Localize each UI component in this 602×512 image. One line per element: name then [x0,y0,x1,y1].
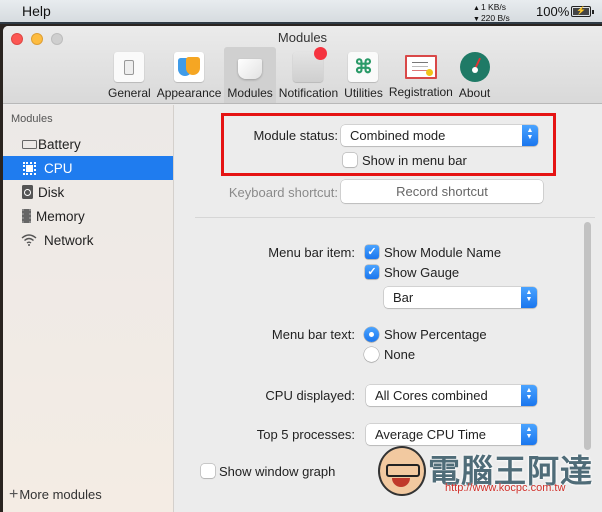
tab-about[interactable]: About [456,47,493,103]
wifi-icon [20,233,38,247]
gauge-type-select[interactable]: Bar ▲ ▼ [384,287,537,308]
tab-notification[interactable]: Notification [276,47,341,103]
popup-stepper-icon: ▲ ▼ [521,385,537,406]
cpu-displayed-select[interactable]: All Cores combined ▲ ▼ [366,385,537,406]
sidebar-item-memory[interactable]: Memory [3,204,173,228]
show-in-menu-bar-label: Show in menu bar [362,153,467,168]
show-percentage-label: Show Percentage [384,327,487,342]
system-menu-bar: Help ▲1 KB/s ▼220 B/s 100% ⚡ [0,0,602,24]
module-status-label: Module status: [253,128,338,143]
plus-icon: + [9,486,19,503]
preferences-window: Modules General Appearance Modules Notif… [3,26,602,512]
tab-label: Registration [388,85,453,99]
gauge-icon [459,52,490,82]
license-certificate-icon [404,55,437,79]
download-speed: 220 B/s [480,12,510,23]
title-bar: Modules General Appearance Modules Notif… [3,26,602,104]
section-divider [195,217,595,218]
preferences-toolbar: General Appearance Modules Notification … [105,47,493,103]
memory-chip-icon [22,209,31,223]
tab-general[interactable]: General [105,47,154,103]
sidebar-item-label: Battery [38,136,81,152]
sidebar-item-cpu[interactable]: CPU [3,156,173,180]
tab-registration[interactable]: Registration [386,47,456,103]
download-arrow-icon: ▼ [473,15,480,23]
watermark: 電腦王阿達 http://www.kocpc.com.tw [378,446,600,502]
sidebar-item-disk[interactable]: Disk [3,180,173,204]
cpu-displayed-value: All Cores combined [375,388,488,403]
show-module-name-label: Show Module Name [384,245,502,260]
notification-badge-icon [293,47,328,82]
vertical-scrollbar[interactable] [584,222,591,450]
upload-arrow-icon: ▲ [473,5,480,12]
modules-sidebar: Modules Battery CPU Disk Memory Network … [3,105,174,512]
tab-label: Appearance [156,86,222,100]
show-module-name-checkbox[interactable]: ✓ [365,245,379,259]
tab-modules[interactable]: Modules [224,47,276,103]
tab-label: Utilities [344,86,383,100]
top-processes-select[interactable]: Average CPU Time ▲ ▼ [366,424,537,445]
tab-label: Notification [278,86,339,100]
show-gauge-label: Show Gauge [384,265,460,280]
window-title: Modules [277,30,328,45]
watermark-url: http://www.kocpc.com.tw [445,482,566,494]
sidebar-item-label: Memory [36,208,85,224]
tab-label: About [458,86,491,100]
top-processes-value: Average CPU Time [375,427,487,442]
tab-appearance[interactable]: Appearance [154,47,225,103]
module-status-select[interactable]: Combined mode ▲ ▼ [341,125,538,146]
sidebar-header: Modules [11,113,53,125]
battery-percent[interactable]: 100% [536,4,569,19]
menu-bar-text-label: Menu bar text: [271,327,355,342]
sidebar-item-label: Network [44,232,94,248]
battery-icon [22,139,37,149]
command-key-icon: ⌘ [348,52,379,82]
popup-stepper-icon: ▲ ▼ [522,125,538,146]
sidebar-item-network[interactable]: Network [3,228,173,252]
top-processes-label: Top 5 processes: [256,427,355,442]
sidebar-item-label: Disk [38,184,65,200]
none-radio[interactable] [364,347,379,362]
show-window-graph-checkbox[interactable] [201,464,215,478]
cpu-displayed-label: CPU displayed: [265,388,355,403]
tab-label: Modules [227,86,273,100]
upload-speed: 1 KB/s [480,2,506,12]
network-speed-indicator[interactable]: ▲1 KB/s ▼220 B/s [473,3,510,24]
menu-bar-item-label: Menu bar item: [268,245,355,260]
tab-label: General [108,86,151,100]
cpu-chip-icon [20,161,38,175]
toggle-switch-icon [114,52,145,82]
tab-utilities[interactable]: ⌘ Utilities [341,47,386,103]
battery-charging-icon[interactable]: ⚡ [571,6,594,17]
more-modules-label: More modules [19,487,102,502]
show-gauge-checkbox[interactable]: ✓ [365,265,379,279]
show-percentage-radio[interactable] [364,327,379,342]
menu-help[interactable]: Help [22,3,51,19]
disk-drive-icon [22,185,33,199]
module-status-value: Combined mode [350,128,446,143]
keyboard-shortcut-label: Keyboard shortcut: [228,185,338,200]
popup-stepper-icon: ▲ ▼ [521,424,537,445]
record-shortcut-button[interactable]: Record shortcut [341,180,543,203]
more-modules-button[interactable]: +More modules [9,486,102,504]
theater-masks-icon [174,52,205,82]
show-window-graph-label: Show window graph [219,464,336,479]
sidebar-item-battery[interactable]: Battery [3,132,173,156]
mascot-face-icon [378,446,426,496]
gauge-type-value: Bar [393,290,414,305]
module-box-icon [235,52,265,82]
show-in-menu-bar-checkbox[interactable] [343,153,357,167]
none-label: None [384,347,416,362]
sidebar-item-label: CPU [44,160,73,176]
popup-stepper-icon: ▲ ▼ [521,287,537,308]
